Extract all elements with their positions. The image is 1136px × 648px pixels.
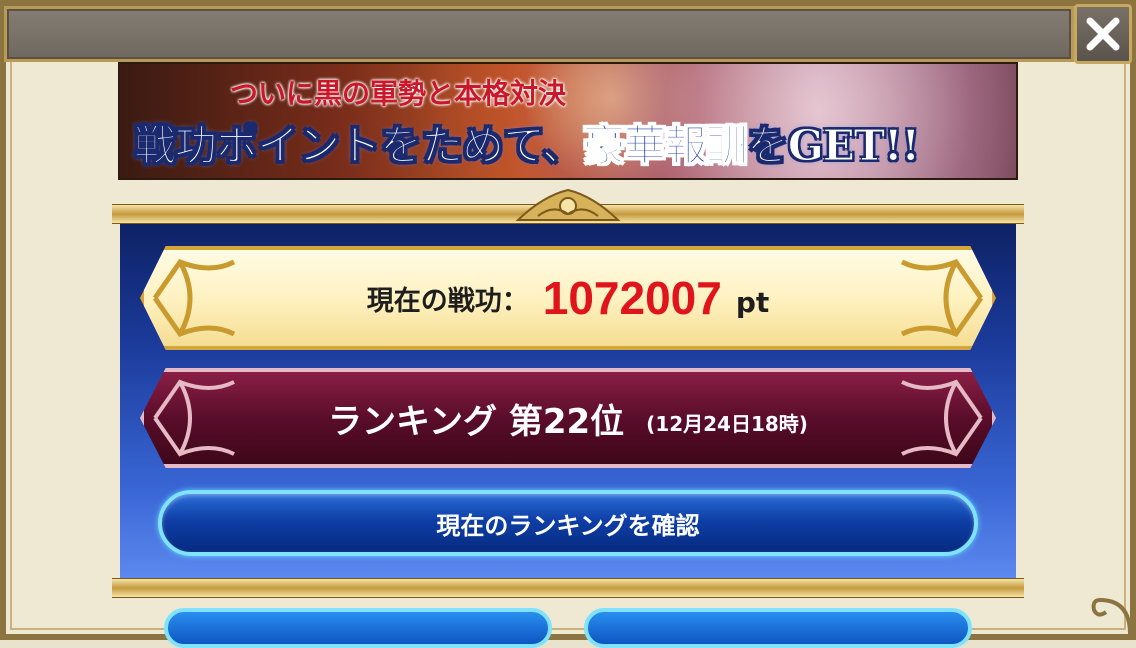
event-banner: ついに黒の軍勢と本格対決 戦功ポイントをためて、豪華報酬をGET!! bbox=[118, 62, 1018, 180]
panel-bottom-ornament bbox=[112, 578, 1024, 598]
points-label: 現在の戦功： bbox=[366, 285, 529, 317]
points-value: 1072007 bbox=[542, 272, 722, 324]
close-icon bbox=[1086, 17, 1120, 51]
check-ranking-label: 現在のランキングを確認 bbox=[436, 511, 700, 540]
bottom-right-button[interactable] bbox=[584, 608, 972, 648]
ranking-label: ランキング 第22位 bbox=[328, 401, 625, 442]
current-ranking: ランキング 第22位 (12月24日18時) bbox=[140, 368, 996, 468]
banner-headline-highlight: 豪華報酬 bbox=[582, 121, 748, 171]
check-ranking-button[interactable]: 現在のランキングを確認 bbox=[158, 490, 978, 556]
corner-scroll-icon bbox=[1091, 597, 1132, 635]
banner-headline-part2: をGET!! bbox=[746, 121, 920, 171]
banner-headline: 戦功ポイントをためて、豪華報酬をGET!! bbox=[134, 112, 921, 173]
bottom-left-button[interactable] bbox=[164, 608, 552, 648]
current-points: 現在の戦功： 1072007 pt bbox=[140, 246, 996, 350]
title-bar bbox=[4, 6, 1074, 62]
banner-subtitle: ついに黒の軍勢と本格対決 bbox=[230, 77, 567, 110]
crest-ornament-icon bbox=[515, 188, 621, 221]
ranking-timestamp: (12月24日18時) bbox=[646, 411, 808, 436]
close-button[interactable] bbox=[1074, 4, 1132, 64]
points-unit: pt bbox=[735, 285, 770, 319]
banner-headline-part1: 戦功ポイントをためて、 bbox=[134, 121, 585, 171]
